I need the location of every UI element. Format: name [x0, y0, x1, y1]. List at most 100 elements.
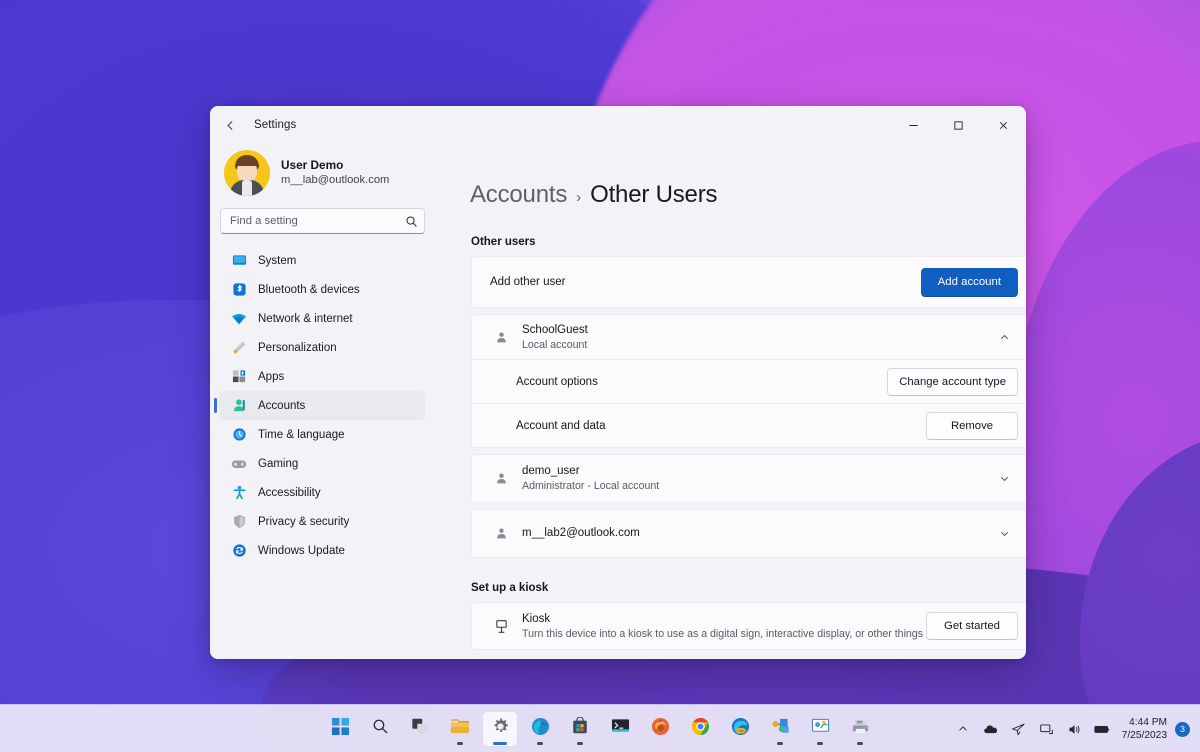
sidebar-nav: System Bluetooth & devices Network & int…	[214, 246, 425, 565]
search-icon	[372, 718, 389, 740]
sidebar-item-network-internet[interactable]: Network & internet	[219, 304, 425, 333]
taskbar-settings-button[interactable]	[483, 711, 517, 746]
printer-icon	[851, 717, 870, 740]
taskbar-remote-desktop-button[interactable]	[803, 712, 837, 746]
taskbar-running-indicator	[817, 742, 823, 745]
sidebar-item-apps[interactable]: Apps	[219, 362, 425, 391]
taskbar-firefox-button[interactable]	[643, 712, 677, 746]
kiosk-description: Turn this device into a kiosk to use as …	[522, 627, 923, 640]
taskbar-running-indicator	[857, 742, 863, 745]
account-header-row[interactable]: m__lab2@outlook.com	[472, 510, 1026, 557]
chevron-down-icon[interactable]	[990, 465, 1018, 493]
remove-account-button[interactable]: Remove	[926, 411, 1018, 440]
person-icon	[231, 398, 247, 414]
volume-speaker-icon[interactable]	[1062, 714, 1088, 744]
maximize-button[interactable]	[936, 106, 981, 144]
profile-name: User Demo	[281, 158, 344, 172]
add-account-button[interactable]: Add account	[920, 267, 1018, 297]
taskbar-running-indicator	[457, 742, 463, 745]
taskbar-start-button[interactable]	[323, 712, 357, 746]
taskbar-microsoft-edge-button[interactable]	[523, 712, 557, 746]
settings-window: Settings User Demo m__lab@outlook.com Fi…	[210, 106, 1026, 659]
accessibility-person-icon	[231, 485, 247, 501]
onedrive-cloud-icon[interactable]	[978, 714, 1004, 744]
sidebar-item-gaming[interactable]: Gaming	[219, 449, 425, 478]
notification-badge[interactable]: 3	[1175, 721, 1190, 737]
page-title: Other Users	[590, 181, 718, 208]
add-other-user-card: Add other user Add account	[471, 256, 1026, 308]
change-account-type-button[interactable]: Change account type	[887, 367, 1018, 396]
breadcrumb: Accounts › Other Users	[470, 181, 1002, 209]
taskbar-active-indicator	[493, 742, 507, 745]
search-icon	[405, 208, 418, 234]
taskbar-canary-browser-button[interactable]: CAN	[723, 712, 757, 746]
account-name: demo_user	[522, 465, 580, 477]
taskbar-task-view-button[interactable]	[403, 712, 437, 746]
account-card-schoolguest: SchoolGuest Local account Account option…	[471, 314, 1026, 448]
chrome-icon	[691, 717, 710, 741]
minimize-button[interactable]	[891, 106, 936, 144]
account-header-row[interactable]: SchoolGuest Local account	[472, 315, 1026, 359]
battery-icon[interactable]	[1090, 714, 1116, 744]
sidebar-item-label: Network & internet	[258, 312, 353, 325]
kiosk-title: Kiosk	[522, 612, 551, 625]
sidebar-item-time-language[interactable]: Time & language	[219, 420, 425, 449]
show-hidden-icons-button[interactable]	[950, 714, 976, 744]
system-tray: 4:44 PM 7/25/2023 3	[950, 705, 1200, 752]
sidebar-item-accounts[interactable]: Accounts	[214, 391, 425, 420]
chevron-down-icon[interactable]	[990, 520, 1018, 548]
sidebar-item-windows-update[interactable]: Windows Update	[219, 536, 425, 565]
bluetooth-icon	[231, 282, 247, 298]
remote-desktop-icon	[811, 717, 830, 740]
send-feedback-icon[interactable]	[1006, 714, 1032, 744]
folder-icon	[450, 717, 470, 741]
search-input[interactable]	[220, 208, 425, 234]
network-icon[interactable]	[1034, 714, 1060, 744]
main-content: Accounts › Other Users Other users Add o…	[434, 144, 1026, 659]
taskbar-app-group: CAN	[323, 711, 877, 746]
task-view-icon	[411, 717, 429, 740]
taskbar-search-button[interactable]	[363, 712, 397, 746]
sidebar-item-label: Apps	[258, 370, 285, 383]
search-box	[220, 208, 425, 234]
taskbar-printer-app-button[interactable]	[843, 712, 877, 746]
clock-date: 7/25/2023	[1121, 730, 1167, 741]
account-options-label: Account options	[516, 375, 598, 388]
account-header-row[interactable]: demo_user Administrator - Local account	[472, 455, 1026, 502]
paintbrush-icon	[231, 340, 247, 356]
section-heading-other-users: Other users	[471, 236, 536, 248]
profile-card[interactable]: User Demo m__lab@outlook.com	[219, 144, 425, 206]
sidebar-item-label: Bluetooth & devices	[258, 283, 360, 296]
add-other-user-row: Add other user Add account	[472, 257, 1026, 307]
taskbar-file-explorer-button[interactable]	[443, 712, 477, 746]
taskbar-network-app-button[interactable]	[763, 712, 797, 746]
taskbar-microsoft-store-button[interactable]	[563, 712, 597, 746]
sidebar-item-accessibility[interactable]: Accessibility	[219, 478, 425, 507]
kiosk-get-started-button[interactable]: Get started	[926, 612, 1018, 640]
sidebar-item-label: Accessibility	[258, 486, 321, 499]
section-heading-kiosk: Set up a kiosk	[471, 582, 549, 594]
kiosk-card: Kiosk Turn this device into a kiosk to u…	[471, 602, 1026, 650]
person-badge-icon	[490, 331, 512, 344]
taskbar-terminal-button[interactable]	[603, 712, 637, 746]
sidebar-item-label: System	[258, 254, 297, 267]
sidebar-item-label: Privacy & security	[258, 515, 350, 528]
wifi-icon	[231, 311, 247, 327]
taskbar-google-chrome-button[interactable]	[683, 712, 717, 746]
account-and-data-label: Account and data	[516, 419, 606, 432]
sidebar-item-bluetooth-devices[interactable]: Bluetooth & devices	[219, 275, 425, 304]
breadcrumb-parent-link[interactable]: Accounts	[470, 181, 567, 209]
back-button[interactable]	[216, 111, 244, 139]
clock[interactable]: 4:44 PM 7/25/2023	[1118, 712, 1173, 746]
person-badge-icon	[490, 472, 512, 485]
sidebar-item-system[interactable]: System	[219, 246, 425, 275]
chevron-up-icon[interactable]	[990, 323, 1018, 351]
windows-start-icon	[331, 717, 350, 741]
add-other-user-label: Add other user	[490, 276, 566, 288]
sidebar-item-personalization[interactable]: Personalization	[219, 333, 425, 362]
close-button[interactable]	[981, 106, 1026, 144]
person-badge-icon	[490, 527, 512, 540]
sidebar-item-privacy-security[interactable]: Privacy & security	[219, 507, 425, 536]
monitor-icon	[231, 253, 247, 269]
breadcrumb-separator-icon: ›	[576, 189, 582, 206]
